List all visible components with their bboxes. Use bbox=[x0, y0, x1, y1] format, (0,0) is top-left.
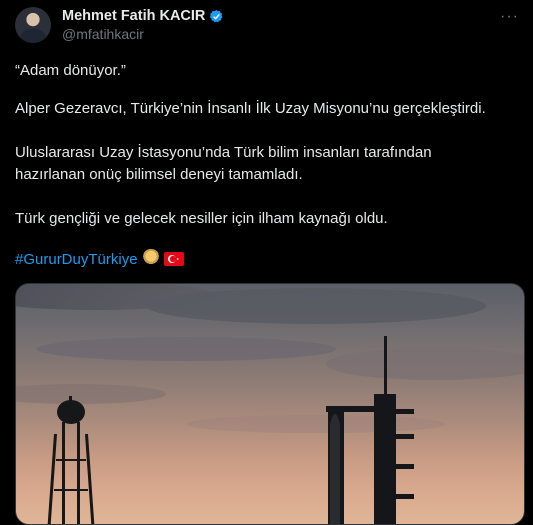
hashtag-line: #GururDuyTürkiye bbox=[15, 249, 184, 270]
hashtag-link[interactable]: #GururDuyTürkiye bbox=[15, 251, 138, 268]
more-options-icon[interactable]: ··· bbox=[500, 8, 519, 26]
post-line: “Adam dönüyor.” bbox=[15, 62, 126, 79]
turkey-flag-icon bbox=[163, 252, 184, 266]
post-image[interactable] bbox=[15, 283, 525, 525]
launch-pad-photo bbox=[16, 284, 524, 524]
verified-badge-icon bbox=[210, 9, 223, 22]
avatar[interactable] bbox=[15, 7, 51, 43]
author-name-row: Mehmet Fatih KACIR bbox=[62, 8, 224, 24]
author-display-name[interactable]: Mehmet Fatih KACIR bbox=[62, 8, 205, 24]
post-line: hazırlanan onüç bilimsel deneyi tamamlad… bbox=[15, 166, 303, 183]
post-line: Türk gençliği ve gelecek nesiller için i… bbox=[15, 210, 388, 227]
post-line: Alper Gezeravcı, Türkiye’nin İnsanlı İlk… bbox=[15, 100, 486, 117]
author-handle[interactable]: @mfatihkacir bbox=[62, 26, 144, 42]
post-line: Uluslararası Uzay İstasyonu’nda Türk bil… bbox=[15, 144, 432, 161]
person-emoji-icon bbox=[141, 249, 160, 267]
